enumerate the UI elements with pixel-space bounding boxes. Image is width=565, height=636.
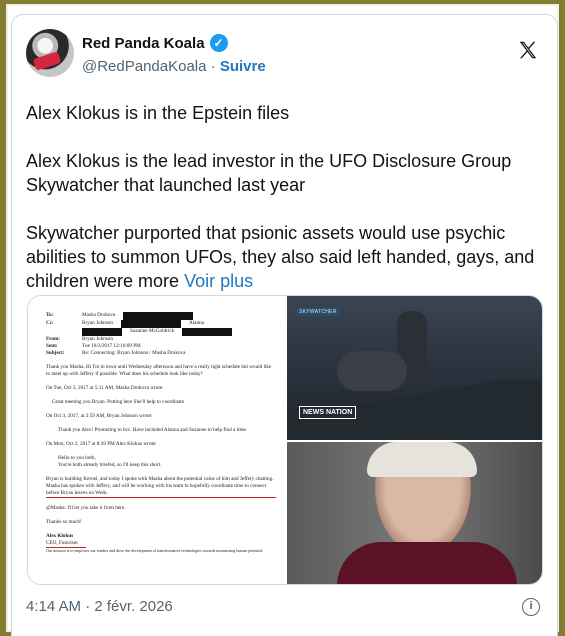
doc-paragraph-highlighted: Bryan is building Kernel, and today I sp… [46, 476, 276, 498]
doc-subject-row: Subject: Re: Connecting: Bryan Johnson / … [46, 350, 186, 356]
display-name[interactable]: Red Panda Koala [82, 35, 205, 52]
photo-figure [337, 351, 407, 391]
doc-sent-row: Sent: Tue 10/3/2017 12:16:09 PM [46, 343, 141, 349]
doc-footer: Our mission is to empower our readers an… [46, 548, 264, 553]
doc-paragraph: On Mon, Oct 2, 2017 at 8:39 PM Alex Klok… [46, 441, 157, 447]
skywatcher-photo[interactable]: SKYWATCHER NEWS NATION [287, 296, 542, 440]
doc-cc-sub-row: Suzanne McGoldrick [46, 328, 276, 336]
doc-paragraph: Thank you Masha. Hi I'm in town until We… [46, 364, 272, 377]
portrait-photo[interactable] [287, 442, 542, 584]
doc-paragraph: Great meeting you Bryan. Putting here Sh… [52, 399, 185, 405]
info-icon[interactable]: i [522, 598, 540, 616]
portrait-shirt [337, 542, 517, 584]
skywatcher-tag: SKYWATCHER [296, 308, 340, 316]
doc-from-row: From: Bryan Johnson [46, 336, 113, 342]
doc-signature-name: Alex Klokus [46, 533, 74, 539]
page-frame: Red Panda Koala ✓ @RedPandaKoala · Suivr… [6, 4, 559, 636]
avatar[interactable] [26, 29, 74, 77]
doc-paragraph: Thank you Alex! Promoting to bcc. Have i… [58, 427, 248, 433]
handle-row: @RedPandaKoala · Suivre [82, 58, 266, 75]
document-image[interactable]: To: Masha Drokova Cc: Bryan Johnson Alanna … [28, 296, 286, 584]
handle[interactable]: @RedPandaKoala [82, 58, 206, 75]
follow-button[interactable]: Suivre [220, 58, 266, 75]
tweet-text: Alex Klokus is in the Epstein files Alex… [26, 101, 536, 293]
doc-paragraph: @Masha: I'll let you take it from here. [46, 505, 126, 511]
author-name-row: Red Panda Koala ✓ [82, 34, 228, 52]
portrait-hair [367, 442, 477, 477]
news-nation-logo: NEWS NATION [299, 406, 357, 419]
tweet-timestamp[interactable]: 4:14 AM · 2 févr. 2026 [26, 598, 173, 615]
tweet-card[interactable]: Red Panda Koala ✓ @RedPandaKoala · Suivr… [11, 14, 558, 636]
verified-badge-icon: ✓ [209, 34, 228, 52]
doc-cc-row: Cc: Bryan Johnson Alanna [46, 320, 204, 328]
tweet-body: Alex Klokus is in the Epstein files Alex… [26, 103, 535, 291]
doc-to-row: To: Masha Drokova [46, 312, 276, 320]
media-grid[interactable]: To: Masha Drokova Cc: Bryan Johnson Alanna … [27, 295, 543, 585]
doc-paragraph: Thanks so much! [46, 519, 82, 525]
doc-paragraph: On Oct 3, 2017, at 3:59 AM, Bryan Johnso… [46, 413, 153, 419]
doc-paragraph: On Tue, Oct 3, 2017 at 5:11 AM, Masha Dr… [46, 385, 164, 391]
see-more-link[interactable]: Voir plus [184, 271, 253, 291]
doc-paragraph: Hello to you both, You're both already b… [58, 455, 162, 468]
separator: · [210, 58, 216, 75]
doc-signature-title: CEO, Futurism [46, 540, 86, 548]
x-logo-icon[interactable] [517, 39, 539, 61]
